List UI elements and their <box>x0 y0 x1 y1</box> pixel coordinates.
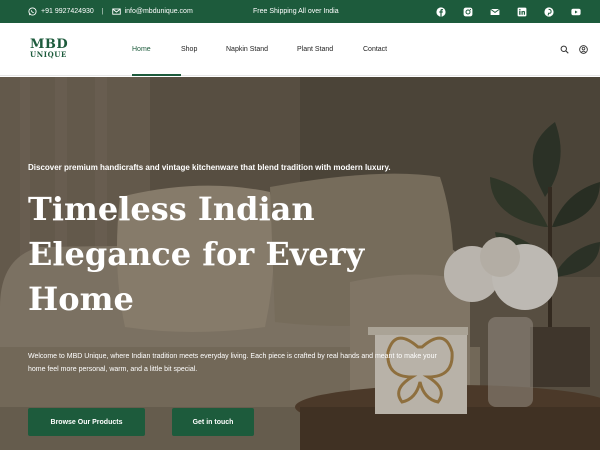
user-account-icon[interactable] <box>579 45 588 54</box>
contact-separator: | <box>101 8 104 15</box>
phone-contact[interactable]: +91 9927424930 <box>28 7 94 16</box>
site-header: MBD UNIQUE Home Shop Napkin Stand Plant … <box>0 23 600 76</box>
logo-text-sub: UNIQUE <box>30 50 67 59</box>
nav-plant-stand[interactable]: Plant Stand <box>297 23 363 76</box>
nav-contact[interactable]: Contact <box>363 23 403 76</box>
browse-products-button[interactable]: Browse Our Products <box>28 408 145 436</box>
nav-shop[interactable]: Shop <box>181 23 226 76</box>
linkedin-icon[interactable] <box>516 6 528 18</box>
pinterest-icon[interactable] <box>543 6 555 18</box>
get-in-touch-button[interactable]: Get in touch <box>172 408 254 436</box>
hero-description: Welcome to MBD Unique, where Indian trad… <box>28 353 437 373</box>
site-logo[interactable]: MBD UNIQUE <box>30 38 80 64</box>
envelope-icon <box>111 7 121 16</box>
hero-section: Discover premium handicrafts and vintage… <box>0 77 600 450</box>
whatsapp-icon <box>28 7 37 16</box>
instagram-icon[interactable] <box>462 6 474 18</box>
contact-info: +91 9927424930 | info@mbdunique.com <box>28 0 193 23</box>
social-links <box>435 0 582 23</box>
email-icon[interactable] <box>489 6 501 18</box>
facebook-icon[interactable] <box>435 6 447 18</box>
phone-number: +91 9927424930 <box>41 8 94 15</box>
search-icon[interactable] <box>560 45 569 54</box>
email-address: info@mbdunique.com <box>124 8 193 15</box>
header-actions <box>560 23 588 76</box>
nav-napkin-stand[interactable]: Napkin Stand <box>226 23 297 76</box>
youtube-icon[interactable] <box>570 6 582 18</box>
hero-tagline: Discover premium handicrafts and vintage… <box>28 163 391 172</box>
hero-title: Timeless Indian Elegance for Every Home <box>28 190 365 318</box>
main-nav: Home Shop Napkin Stand Plant Stand Conta… <box>132 23 403 76</box>
top-bar: +91 9927424930 | info@mbdunique.com Free… <box>0 0 600 23</box>
shipping-notice: Free Shipping All over India <box>253 8 339 15</box>
nav-home[interactable]: Home <box>132 23 181 76</box>
email-contact[interactable]: info@mbdunique.com <box>111 7 193 16</box>
